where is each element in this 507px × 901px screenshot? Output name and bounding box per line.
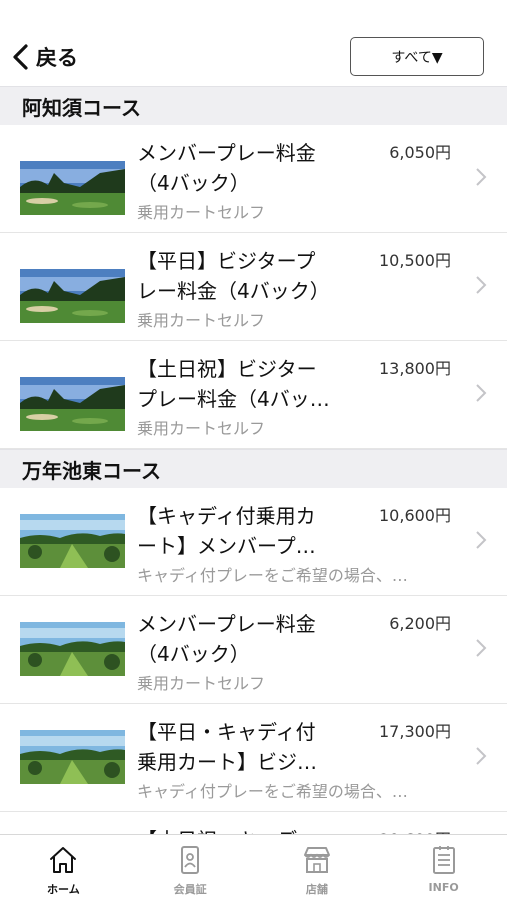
course-thumbnail bbox=[20, 161, 125, 215]
list-item[interactable]: 【平日・キャディ付 乗用カート】ビジ… 17,300円 キャディ付プレーをご希望… bbox=[0, 704, 507, 812]
plan-title: メンバープレー料金 （4バック） bbox=[137, 612, 316, 666]
list-item[interactable]: 【キャディ付乗用カ ート】メンバープ… 10,600円 キャディ付プレーをご希望… bbox=[0, 488, 507, 596]
section-header: 万年池東コース bbox=[0, 449, 507, 488]
plan-price: 10,600円 bbox=[379, 506, 451, 525]
plan-title: 【平日・キャディ付 乗用カート】ビジ… bbox=[137, 720, 317, 774]
tab-info[interactable]: INFO bbox=[380, 835, 507, 901]
plan-price: 10,500円 bbox=[379, 251, 451, 270]
list-item[interactable]: メンバープレー料金 （4バック） 6,050円 乗用カートセルフ bbox=[0, 125, 507, 233]
list-item[interactable]: 【土日祝】ビジター プレー料金（4バッ… 13,800円 乗用カートセルフ bbox=[0, 341, 507, 449]
course-thumbnail bbox=[20, 377, 125, 431]
plan-price: 20,600円 bbox=[379, 826, 451, 834]
chevron-right-icon bbox=[476, 639, 487, 657]
tab-label: INFO bbox=[428, 881, 459, 894]
section-header: 阿知須コース bbox=[0, 86, 507, 125]
chevron-right-icon bbox=[476, 276, 487, 294]
chevron-right-icon bbox=[476, 531, 487, 549]
chevron-right-icon bbox=[476, 168, 487, 186]
tab-store[interactable]: 店舗 bbox=[254, 835, 381, 901]
tab-home[interactable]: ホーム bbox=[0, 835, 127, 901]
plan-price: 6,050円 bbox=[389, 143, 451, 162]
tab-label: 店舗 bbox=[305, 883, 328, 896]
plan-subtitle: 乗用カートセルフ bbox=[137, 203, 266, 222]
course-thumbnail bbox=[20, 622, 125, 676]
filter-dropdown[interactable]: すべて▼ bbox=[350, 37, 484, 76]
member-card-icon bbox=[181, 846, 200, 874]
info-list-icon bbox=[432, 846, 455, 874]
back-button[interactable]: 戻る bbox=[10, 40, 78, 74]
top-bar: 戻る すべて▼ bbox=[0, 0, 507, 86]
course-thumbnail bbox=[20, 269, 125, 323]
plan-subtitle: キャディ付プレーをご希望の場合、… bbox=[137, 782, 408, 801]
tab-label: ホーム bbox=[47, 883, 80, 896]
back-label: 戻る bbox=[36, 46, 78, 70]
chevron-left-icon bbox=[13, 44, 28, 70]
plan-title: 【土日祝・キャディ bbox=[137, 825, 352, 834]
tab-label: 会員証 bbox=[173, 883, 207, 896]
plan-subtitle: キャディ付プレーをご希望の場合、… bbox=[137, 566, 408, 585]
plan-title: 【土日祝】ビジター プレー料金（4バッ… bbox=[137, 357, 330, 411]
plan-subtitle: 乗用カートセルフ bbox=[137, 311, 266, 330]
plan-price: 6,200円 bbox=[389, 614, 451, 633]
course-thumbnail bbox=[20, 514, 125, 568]
chevron-right-icon bbox=[476, 384, 487, 402]
plan-subtitle: 乗用カートセルフ bbox=[137, 674, 266, 693]
plan-price: 17,300円 bbox=[379, 722, 451, 741]
tab-member-card[interactable]: 会員証 bbox=[127, 835, 254, 901]
list-item[interactable]: 【土日祝・キャディ 20,600円 bbox=[0, 812, 507, 834]
plan-subtitle: 乗用カートセルフ bbox=[137, 419, 266, 438]
plan-title: 【キャディ付乗用カ ート】メンバープ… bbox=[137, 504, 316, 558]
plan-title: 【平日】ビジタープ レー料金（4バック） bbox=[137, 249, 330, 303]
plan-list[interactable]: 阿知須コース メンバープレー料金 （4バック） 6,050円 乗用カートセルフ … bbox=[0, 86, 507, 834]
list-item[interactable]: メンバープレー料金 （4バック） 6,200円 乗用カートセルフ bbox=[0, 596, 507, 704]
list-item[interactable]: 【平日】ビジタープ レー料金（4バック） 10,500円 乗用カートセルフ bbox=[0, 233, 507, 341]
course-thumbnail bbox=[20, 730, 125, 784]
tab-bar: ホーム 会員証 店舗 INFO bbox=[0, 834, 507, 901]
chevron-right-icon bbox=[476, 747, 487, 765]
plan-price: 13,800円 bbox=[379, 359, 451, 378]
plan-title: メンバープレー料金 （4バック） bbox=[137, 141, 316, 195]
home-icon bbox=[50, 847, 77, 873]
store-icon bbox=[303, 847, 330, 873]
